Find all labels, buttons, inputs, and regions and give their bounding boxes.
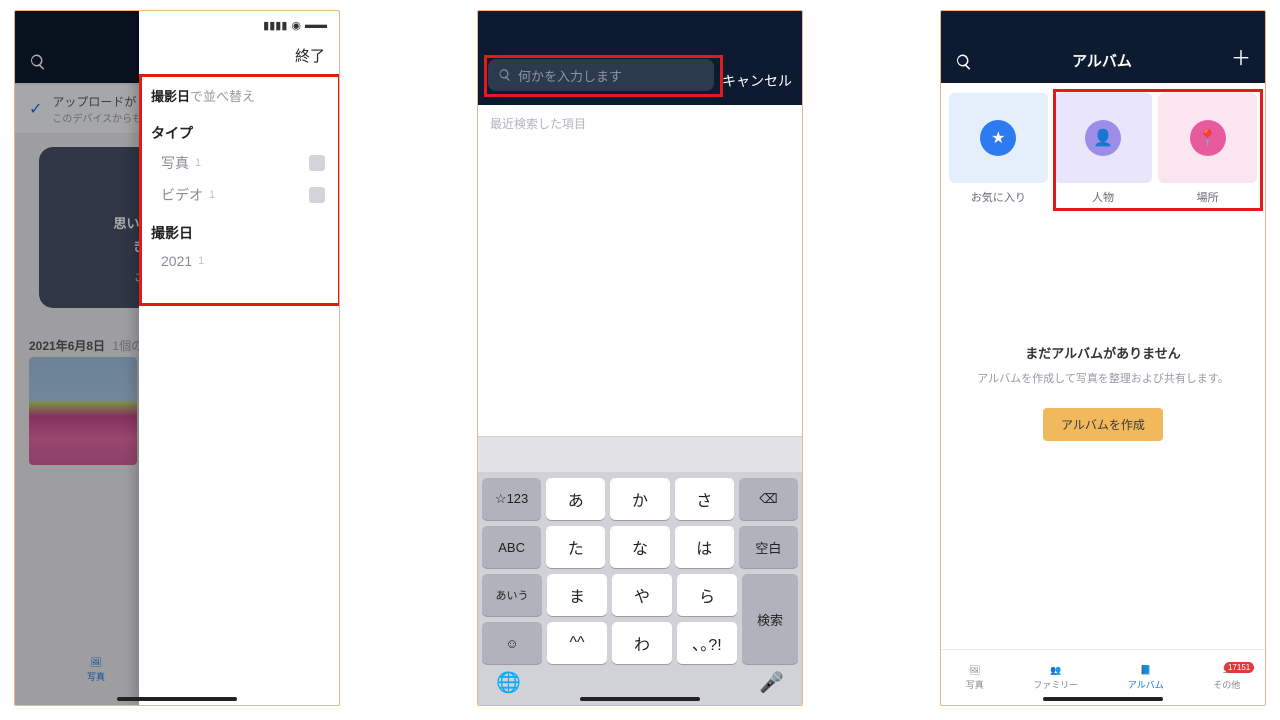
key-na[interactable]: な (610, 526, 669, 568)
tab-album[interactable]: 📘アルバム (1128, 665, 1164, 691)
search-header: 何かを入力します キャンセル (478, 11, 802, 105)
wifi-icon: ◉ (291, 19, 301, 32)
key-a[interactable]: あ (546, 478, 605, 520)
checkbox[interactable] (309, 187, 325, 203)
empty-state: まだアルバムがありません アルバムを作成して写真を整理および共有します。 アルバ… (941, 215, 1265, 649)
family-icon: 👥 (1050, 665, 1061, 676)
empty-title: まだアルバムがありません (1025, 343, 1180, 362)
person-icon: 👤 (1085, 120, 1121, 156)
filter-panel: ▮▮▮▮ ◉ ▬▬ 終了 撮影日で並べ替え タイプ 写真1 ビデオ1 撮影日 2… (139, 11, 339, 705)
key-ra[interactable]: ら (677, 574, 737, 616)
key-123[interactable]: ☆123 (482, 478, 541, 520)
key-sa[interactable]: さ (675, 478, 734, 520)
album-header: アルバム ＋ (941, 11, 1265, 83)
key-kana[interactable]: あいう (482, 574, 542, 616)
key-punct[interactable]: ､｡?! (677, 622, 737, 664)
sort-row[interactable]: 撮影日で並べ替え (139, 80, 339, 111)
photo-icon: 🖼 (969, 665, 980, 676)
category-row: ★ お気に入り 👤 人物 📍 場所 (941, 83, 1265, 215)
album-icon: 📘 (1140, 665, 1151, 676)
key-ha[interactable]: は (675, 526, 734, 568)
empty-sub: アルバムを作成して写真を整理および共有します。 (977, 370, 1228, 386)
cancel-button[interactable]: キャンセル (722, 71, 792, 91)
section-date: 撮影日 (139, 211, 339, 247)
search-icon (498, 68, 512, 82)
tab-photos[interactable]: 🖼写真 (966, 665, 984, 691)
badge-count: 17151 (1224, 662, 1254, 673)
category-places[interactable]: 📍 場所 (1158, 93, 1257, 205)
home-indicator[interactable] (117, 697, 237, 701)
key-wa[interactable]: わ (612, 622, 672, 664)
create-album-button[interactable]: アルバムを作成 (1043, 408, 1163, 441)
key-emoji[interactable]: ☺ (482, 622, 542, 664)
add-icon[interactable]: ＋ (1231, 42, 1251, 71)
key-backspace[interactable]: ⌫ (739, 478, 798, 520)
globe-icon[interactable]: 🌐 (496, 670, 521, 695)
home-indicator[interactable] (1043, 697, 1163, 701)
category-favorites[interactable]: ★ お気に入り (949, 93, 1048, 205)
key-ya[interactable]: や (612, 574, 672, 616)
screen-filter-panel: ✓ アップロードが このデバイスからも 🗓 思い出をたどる きました この日をチ… (14, 10, 340, 706)
search-placeholder: 何かを入力します (518, 66, 622, 85)
section-type: タイプ (139, 111, 339, 147)
filter-photo[interactable]: 写真1 (139, 147, 339, 179)
search-body (478, 142, 802, 436)
key-ma[interactable]: ま (547, 574, 607, 616)
recent-searches-label: 最近検索した項目 (478, 105, 802, 142)
filter-video[interactable]: ビデオ1 (139, 179, 339, 211)
tab-other[interactable]: ☰その他 17151 (1213, 665, 1240, 691)
home-indicator[interactable] (580, 697, 700, 701)
key-dakuten[interactable]: ^^ (547, 622, 607, 664)
screen-search: 何かを入力します キャンセル 最近検索した項目 ☆123 あ か さ ⌫ ABC… (477, 10, 803, 706)
pin-icon: 📍 (1190, 120, 1226, 156)
battery-icon: ▬▬ (305, 19, 327, 31)
key-ka[interactable]: か (610, 478, 669, 520)
checkbox[interactable] (309, 155, 325, 171)
key-abc[interactable]: ABC (482, 526, 541, 568)
search-icon[interactable] (955, 53, 973, 71)
screen-album: アルバム ＋ ★ お気に入り 👤 人物 📍 場所 まだアルバムがありません アル… (940, 10, 1266, 706)
page-title: アルバム (1072, 50, 1132, 71)
done-button[interactable]: 終了 (139, 39, 339, 76)
mic-icon[interactable]: 🎤 (759, 670, 784, 695)
status-bar: ▮▮▮▮ ◉ ▬▬ (139, 11, 339, 39)
filter-year[interactable]: 20211 (139, 247, 339, 275)
signal-icon: ▮▮▮▮ (263, 19, 287, 32)
key-search[interactable]: 検索 (742, 574, 798, 664)
key-space[interactable]: 空白 (739, 526, 798, 568)
keyboard-suggestions[interactable] (478, 436, 802, 472)
key-ta[interactable]: た (546, 526, 605, 568)
keyboard: ☆123 あ か さ ⌫ ABC た な は 空白 あいう (478, 472, 802, 705)
star-icon: ★ (980, 120, 1016, 156)
tab-family[interactable]: 👥ファミリー (1033, 665, 1078, 691)
search-input[interactable]: 何かを入力します (488, 59, 714, 91)
category-people[interactable]: 👤 人物 (1054, 93, 1153, 205)
